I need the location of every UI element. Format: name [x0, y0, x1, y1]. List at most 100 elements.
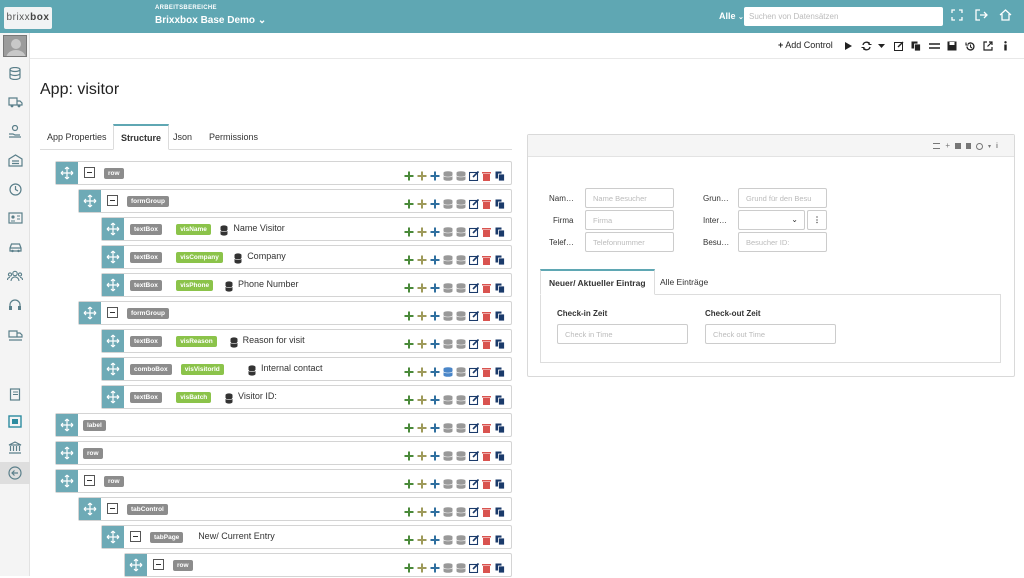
plus-icon[interactable]: + [945, 142, 950, 150]
external-link-icon[interactable] [982, 40, 994, 52]
copy-icon[interactable] [495, 420, 505, 434]
copy-icon[interactable] [495, 196, 505, 210]
structure-row-row[interactable]: row [124, 553, 512, 577]
data-source-icon[interactable] [443, 364, 453, 377]
move-handle-icon[interactable] [102, 358, 124, 380]
delete-icon[interactable] [482, 224, 492, 237]
data-source-icon[interactable] [443, 308, 453, 321]
divider-icon[interactable] [928, 40, 940, 52]
history-icon[interactable] [964, 40, 976, 52]
truck-icon[interactable] [7, 95, 23, 109]
add-child-icon[interactable] [404, 252, 414, 265]
add-below-icon[interactable] [430, 420, 440, 433]
data-source-icon[interactable] [443, 420, 453, 433]
add-child-icon[interactable] [404, 196, 414, 209]
collapse-toggle-icon[interactable] [130, 531, 141, 542]
logout-icon[interactable] [974, 8, 988, 22]
tab-permissions[interactable]: Permissions [202, 124, 265, 150]
edit-icon[interactable] [468, 280, 480, 294]
checkout-input[interactable] [705, 324, 836, 344]
add-sibling-icon[interactable] [417, 504, 427, 517]
delete-icon[interactable] [482, 364, 492, 377]
add-child-icon[interactable] [404, 308, 414, 321]
add-sibling-icon[interactable] [417, 336, 427, 349]
add-below-icon[interactable] [430, 476, 440, 489]
caret-down-icon[interactable]: ▾ [988, 143, 991, 150]
move-handle-icon[interactable] [102, 218, 124, 240]
edit-icon[interactable] [468, 224, 480, 238]
add-child-icon[interactable] [404, 168, 414, 181]
refresh-icon[interactable] [860, 40, 872, 52]
car-icon[interactable] [7, 240, 23, 254]
add-below-icon[interactable] [430, 392, 440, 405]
copy-icon[interactable] [495, 280, 505, 294]
database-icon[interactable] [7, 66, 23, 80]
more-options-button[interactable]: ⋮ [807, 210, 827, 230]
add-child-icon[interactable] [404, 476, 414, 489]
id-card-icon[interactable] [7, 211, 23, 225]
trash-icon[interactable] [966, 143, 972, 149]
add-below-icon[interactable] [430, 448, 440, 461]
add-sibling-icon[interactable] [417, 532, 427, 545]
move-handle-icon[interactable] [125, 554, 147, 576]
copy-icon[interactable] [495, 448, 505, 462]
collapse-toggle-icon[interactable] [84, 475, 95, 486]
move-handle-icon[interactable] [79, 302, 101, 324]
bank-icon[interactable] [7, 440, 23, 454]
delete-icon[interactable] [482, 308, 492, 321]
tab-current-entry[interactable]: Neuer/ Aktueller Eintrag [540, 269, 655, 295]
clock-icon[interactable] [7, 182, 23, 196]
book-icon[interactable] [7, 387, 23, 401]
data-source-icon[interactable] [443, 448, 453, 461]
copy-icon[interactable] [495, 168, 505, 182]
move-handle-icon[interactable] [79, 190, 101, 212]
add-control-button[interactable]: + Add Control [778, 40, 833, 50]
database-stack-icon[interactable] [456, 448, 466, 461]
tab-json[interactable]: Json [166, 124, 199, 150]
edit-icon[interactable] [468, 476, 480, 490]
add-child-icon[interactable] [404, 560, 414, 573]
list-icon[interactable] [933, 143, 941, 149]
edit-icon[interactable] [468, 252, 480, 266]
move-handle-icon[interactable] [102, 526, 124, 548]
database-stack-icon[interactable] [456, 392, 466, 405]
add-sibling-icon[interactable] [417, 224, 427, 237]
add-child-icon[interactable] [404, 280, 414, 293]
add-sibling-icon[interactable] [417, 364, 427, 377]
add-below-icon[interactable] [430, 504, 440, 517]
edit-icon[interactable] [468, 504, 480, 518]
add-child-icon[interactable] [404, 448, 414, 461]
copy-icon[interactable] [495, 336, 505, 350]
delete-icon[interactable] [482, 476, 492, 489]
delete-icon[interactable] [482, 252, 492, 265]
company-input[interactable] [585, 210, 674, 230]
structure-row-formgroup[interactable]: formGroup [78, 301, 512, 325]
visitor-id-input[interactable] [738, 232, 827, 252]
reason-input[interactable] [738, 188, 827, 208]
internal-contact-select[interactable]: ⌄ [738, 210, 805, 230]
database-stack-icon[interactable] [456, 364, 466, 377]
add-sibling-icon[interactable] [417, 420, 427, 433]
move-handle-icon[interactable] [56, 442, 78, 464]
copy-icon[interactable] [495, 224, 505, 238]
move-handle-icon[interactable] [56, 162, 78, 184]
database-stack-icon[interactable] [456, 420, 466, 433]
structure-row-textbox[interactable]: textBox visReason Reason for visit [101, 329, 512, 353]
delete-icon[interactable] [482, 196, 492, 209]
collapse-toggle-icon[interactable] [107, 307, 118, 318]
data-source-icon[interactable] [443, 224, 453, 237]
save-icon[interactable] [946, 40, 958, 52]
database-stack-icon[interactable] [456, 168, 466, 181]
add-sibling-icon[interactable] [417, 476, 427, 489]
copy-icon[interactable] [910, 40, 922, 52]
edit-icon[interactable] [468, 168, 480, 182]
database-stack-icon[interactable] [456, 560, 466, 573]
delete-icon[interactable] [482, 504, 492, 517]
add-child-icon[interactable] [404, 336, 414, 349]
structure-row-textbox[interactable]: textBox visName Name Visitor [101, 217, 512, 241]
collapse-toggle-icon[interactable] [84, 167, 95, 178]
checkin-input[interactable] [557, 324, 688, 344]
copy-icon[interactable] [495, 560, 505, 574]
database-stack-icon[interactable] [456, 280, 466, 293]
edit-icon[interactable] [468, 364, 480, 378]
